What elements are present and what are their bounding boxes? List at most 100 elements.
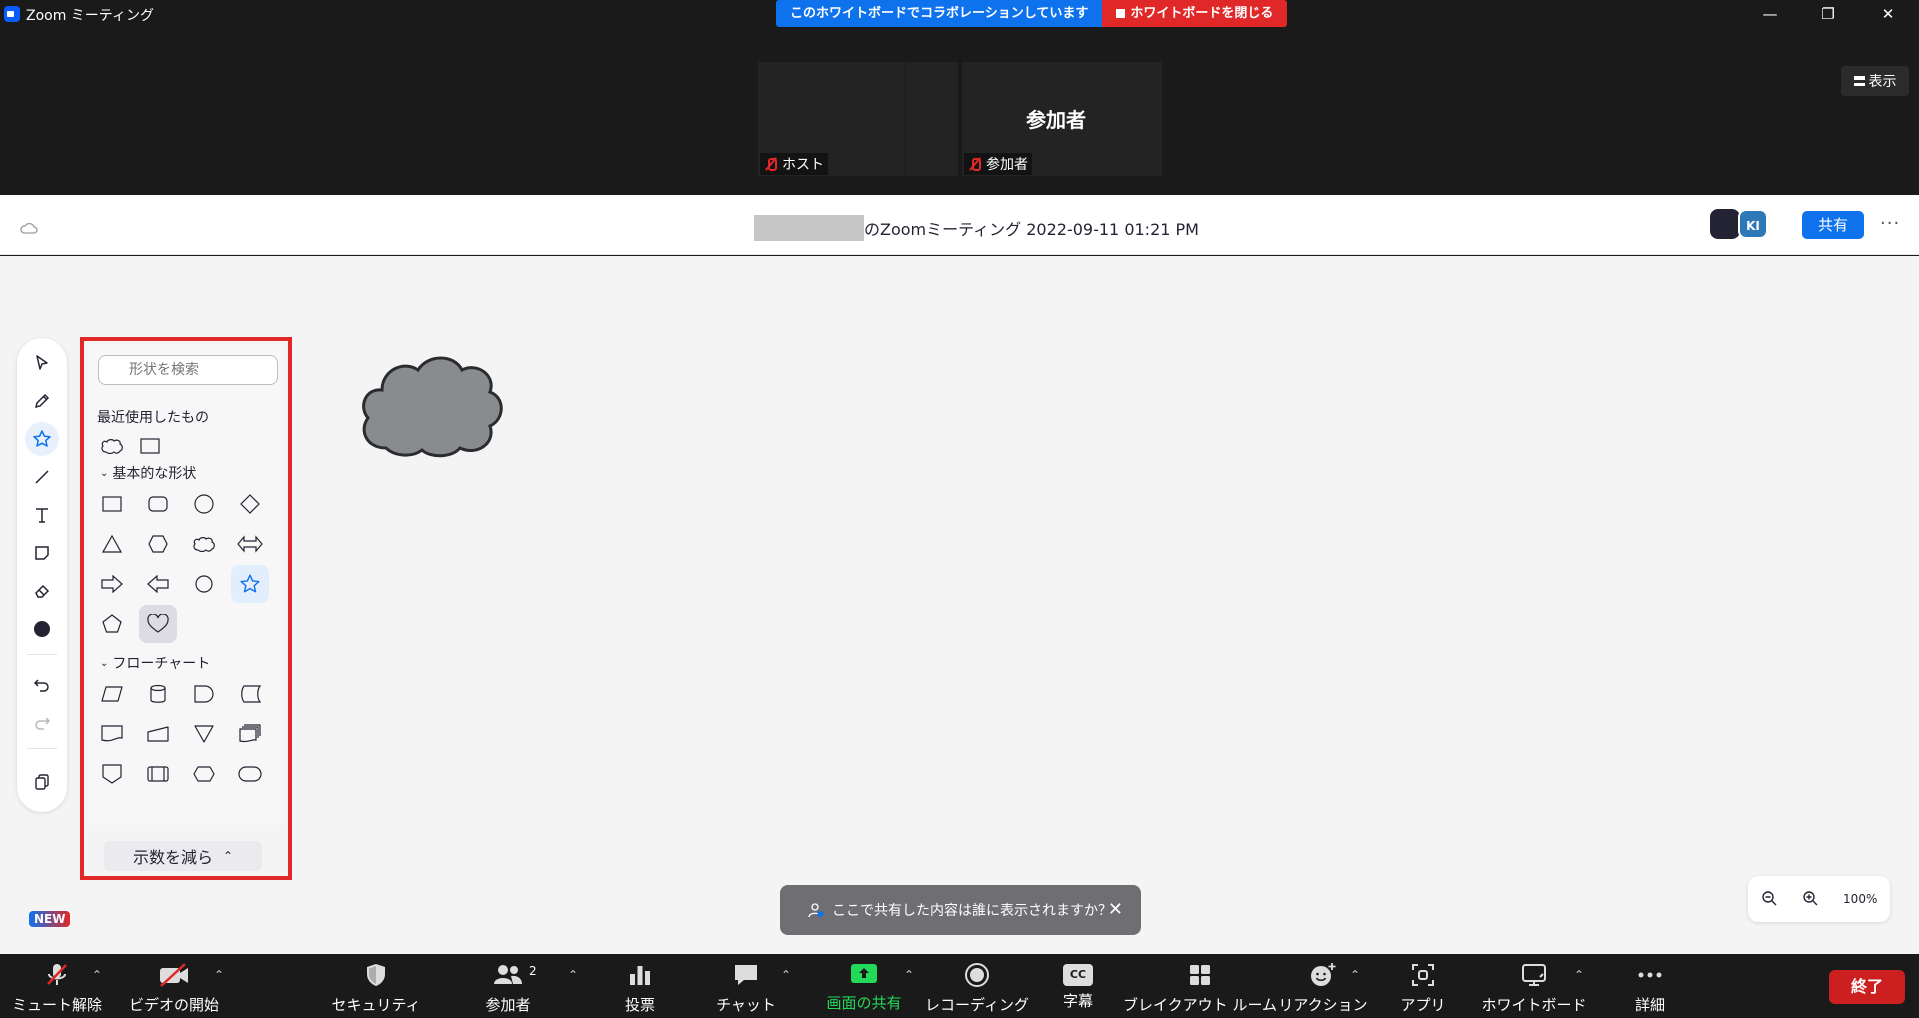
redo-button[interactable] [25,706,59,740]
zoom-level[interactable]: 100% [1843,892,1877,906]
basic-shapes-label: 基本的な形状 [112,466,197,482]
close-whiteboard-button[interactable]: ホワイトボードを閉じる [1102,0,1288,27]
text-tool[interactable] [25,498,59,532]
chat-button[interactable]: チャット [712,954,780,1018]
record-icon [965,963,989,987]
recent-shape-rectangle[interactable] [131,427,169,465]
flow-data[interactable] [93,675,131,713]
apps-button[interactable]: アプリ [1400,954,1446,1018]
pen-tool[interactable] [25,384,59,418]
shape-star[interactable] [231,565,269,603]
shape-circle[interactable] [185,485,223,523]
recent-shape-cloud[interactable] [93,427,131,465]
flow-multi-document[interactable] [231,715,269,753]
breakout-rooms-button[interactable]: ブレイクアウト ルーム [1123,954,1277,1018]
close-icon[interactable]: ✕ [1108,899,1123,920]
participants-icon [494,965,522,984]
shape-arrow-right[interactable] [93,565,131,603]
whiteboard-options-caret[interactable]: ⌃ [1574,968,1584,982]
shape-arrow-left[interactable] [139,565,177,603]
reactions-button[interactable]: リアクション [1278,954,1368,1018]
pages-button[interactable] [25,764,59,798]
flow-manual-input[interactable] [139,715,177,753]
close-window-button[interactable]: ✕ [1865,0,1911,30]
sticky-note-tool[interactable] [25,536,59,570]
security-shield-icon [367,964,385,986]
basic-shapes-title[interactable]: ⌄ 基本的な形状 [100,463,196,483]
whiteboard-title-text: のZoomミーティング 2022-09-11 01:21 PM [864,220,1199,239]
start-video-button[interactable]: ビデオの開始 [128,954,220,1018]
flow-terminator[interactable] [231,755,269,793]
cursor-arrow-icon [36,355,48,370]
flow-preparation[interactable] [185,755,223,793]
share-screen-icon [851,964,877,983]
eraser-icon [35,584,50,598]
shape-heart[interactable] [139,605,177,643]
cloud-shape[interactable] [356,348,506,462]
shape-rectangle[interactable] [93,485,131,523]
shape-triangle[interactable] [93,525,131,563]
share-visibility-toast[interactable]: ここで共有した内容は誰に表示されますか？ ✕ [780,885,1141,935]
shape-search-input[interactable] [98,355,278,385]
flow-delay[interactable] [185,675,223,713]
shape-double-arrow[interactable] [231,525,269,563]
video-tile-host[interactable]: ホスト [758,62,958,176]
more-options-button[interactable]: ··· [1880,213,1900,234]
chat-options-caret[interactable]: ⌃ [781,968,791,982]
toast-text: ここで共有した内容は誰に表示されますか？ [832,903,1112,919]
share-options-caret[interactable]: ⌃ [904,968,914,982]
show-less-button[interactable]: 示数を減ら ⌃ [104,841,262,871]
tile-name-label: ホスト [782,157,824,173]
more-button[interactable]: 詳細 [1626,954,1674,1018]
flow-merge[interactable] [185,715,223,753]
flowchart-title[interactable]: ⌄ フローチャート [100,653,210,673]
undo-button[interactable] [25,668,59,702]
pen-icon [34,393,50,409]
avatar[interactable] [1710,209,1740,239]
shape-octagon[interactable] [185,565,223,603]
security-button[interactable]: セキュリティ [331,954,421,1018]
flow-stored-data[interactable] [231,675,269,713]
avatar-ki[interactable]: KI [1738,209,1768,239]
polls-button[interactable]: 投票 [610,954,670,1018]
participants-options-caret[interactable]: ⌃ [568,968,578,982]
restore-button[interactable]: ❐ [1805,0,1851,30]
show-less-label: 示数を減ら [132,848,213,867]
mic-muted-icon [764,157,778,171]
recording-button[interactable]: レコーディング [925,954,1029,1018]
unmute-button[interactable]: ミュート解除 [12,954,102,1018]
end-meeting-button[interactable]: 終了 [1829,970,1905,1004]
flow-off-page[interactable] [93,755,131,793]
zoom-in-button[interactable] [1802,890,1818,909]
video-options-caret[interactable]: ⌃ [214,968,224,982]
reactions-options-caret[interactable]: ⌃ [1350,968,1360,982]
view-button[interactable]: 表示 [1841,66,1909,96]
captions-button[interactable]: CC 字幕 [1054,954,1102,1018]
shape-cloud[interactable] [185,525,223,563]
video-off-icon [160,963,188,987]
shape-rounded-rectangle[interactable] [139,485,177,523]
flow-predefined-process[interactable] [139,755,177,793]
shape-pentagon[interactable] [93,605,131,643]
shapes-tool[interactable] [25,422,59,456]
color-picker[interactable] [25,612,59,646]
whiteboard-button[interactable]: ホワイトボード [1482,954,1587,1018]
shape-hexagon[interactable] [139,525,177,563]
text-icon [36,508,48,523]
whiteboard-title[interactable]: のZoomミーティング 2022-09-11 01:21 PM [754,215,1199,241]
tile-name-host: ホスト [760,153,828,175]
zoom-out-button[interactable] [1761,890,1777,909]
shape-diamond[interactable] [231,485,269,523]
eraser-tool[interactable] [25,574,59,608]
minimize-button[interactable]: — [1747,0,1793,30]
flow-database[interactable] [139,675,177,713]
share-whiteboard-button[interactable]: 共有 [1802,211,1864,239]
audio-options-caret[interactable]: ⌃ [92,968,102,982]
line-tool[interactable] [25,460,59,494]
flow-document[interactable] [93,715,131,753]
zoom-in-icon [1803,890,1818,905]
redo-icon [35,717,51,730]
share-screen-button[interactable]: 画面の共有 [818,954,910,1018]
tile-name-participant: 参加者 [964,153,1032,175]
select-tool[interactable] [25,346,59,380]
